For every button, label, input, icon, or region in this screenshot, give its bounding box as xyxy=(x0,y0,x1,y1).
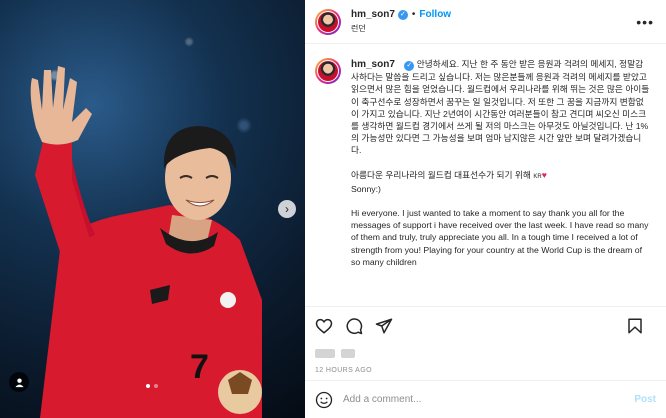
avatar[interactable] xyxy=(315,8,341,35)
svg-text:7: 7 xyxy=(190,348,209,386)
likes-text-placeholder xyxy=(341,348,355,358)
emoji-icon[interactable] xyxy=(315,391,333,409)
caption-avatar[interactable] xyxy=(315,58,341,84)
bookmark-icon[interactable] xyxy=(626,317,644,335)
caption-english: Hi everyone. I just wanted to take a mom… xyxy=(351,208,649,267)
caption-text: hm_son7 ✓ 안녕하세요. 지난 한 주 동안 받은 응원과 걱려의 메세… xyxy=(351,58,651,268)
caption-username-link[interactable]: hm_son7 xyxy=(351,59,395,70)
comment-icon[interactable] xyxy=(345,317,363,335)
post-sidebar: hm_son7 ✓ • Follow 런던 ••• hm_son7 ✓ 안녕하세… xyxy=(305,0,666,418)
separator: • xyxy=(411,9,416,20)
caption-signature: Sonny:) xyxy=(351,183,381,194)
carousel-dots xyxy=(146,384,158,388)
caption-korean-line: 아름다운 우리나라의 월드컵 대표선수가 되기 위해 xyxy=(351,169,531,180)
caption: hm_son7 ✓ 안녕하세요. 지난 한 주 동안 받은 응원과 걱려의 메세… xyxy=(315,58,656,268)
carousel-dot-1 xyxy=(146,384,150,388)
post-modal: 7 › hm_son7 ✓ • Follow 런던 ••• hm_son7 ✓ … xyxy=(0,0,666,418)
likes-summary[interactable] xyxy=(305,344,666,362)
share-icon[interactable] xyxy=(375,317,393,335)
carousel-dot-2 xyxy=(154,384,158,388)
post-comment-button[interactable]: Post xyxy=(634,394,656,405)
next-image-button[interactable]: › xyxy=(278,200,296,218)
verified-badge-icon: ✓ xyxy=(404,61,415,71)
more-options-icon[interactable]: ••• xyxy=(636,14,654,30)
heart-icon[interactable] xyxy=(315,317,333,335)
caption-korean: 안녕하세요. 지난 한 주 동안 받은 응원과 걱려의 메세지, 정말감사하다는… xyxy=(351,59,650,156)
heart-emoji: ♥ xyxy=(541,169,547,180)
username-link[interactable]: hm_son7 xyxy=(351,9,395,20)
caption-area: hm_son7 ✓ 안녕하세요. 지난 한 주 동안 받은 응원과 걱려의 메세… xyxy=(305,44,666,306)
follow-button[interactable]: Follow xyxy=(419,9,451,20)
likes-avatar-placeholder xyxy=(315,348,335,358)
header-text: hm_son7 ✓ • Follow 런던 xyxy=(351,9,451,34)
action-bar xyxy=(305,306,666,344)
verified-badge-icon: ✓ xyxy=(397,9,408,20)
location-link[interactable]: 런던 xyxy=(351,23,451,34)
flag-kr: KR xyxy=(533,173,542,180)
comment-input[interactable] xyxy=(343,394,635,405)
comment-bar: Post xyxy=(305,380,666,418)
post-photo[interactable]: 7 › xyxy=(0,0,305,418)
caption-korean-signoff: 아름다운 우리나라의 월드컵 대표선수가 되기 위해 KR♥ Sonny:) xyxy=(351,169,651,195)
post-header: hm_son7 ✓ • Follow 런던 ••• xyxy=(305,0,666,44)
user-tag-icon xyxy=(14,377,24,387)
player-photo: 7 xyxy=(30,66,262,418)
user-tag-button[interactable] xyxy=(9,372,29,392)
timestamp[interactable]: 12 HOURS AGO xyxy=(305,362,666,380)
